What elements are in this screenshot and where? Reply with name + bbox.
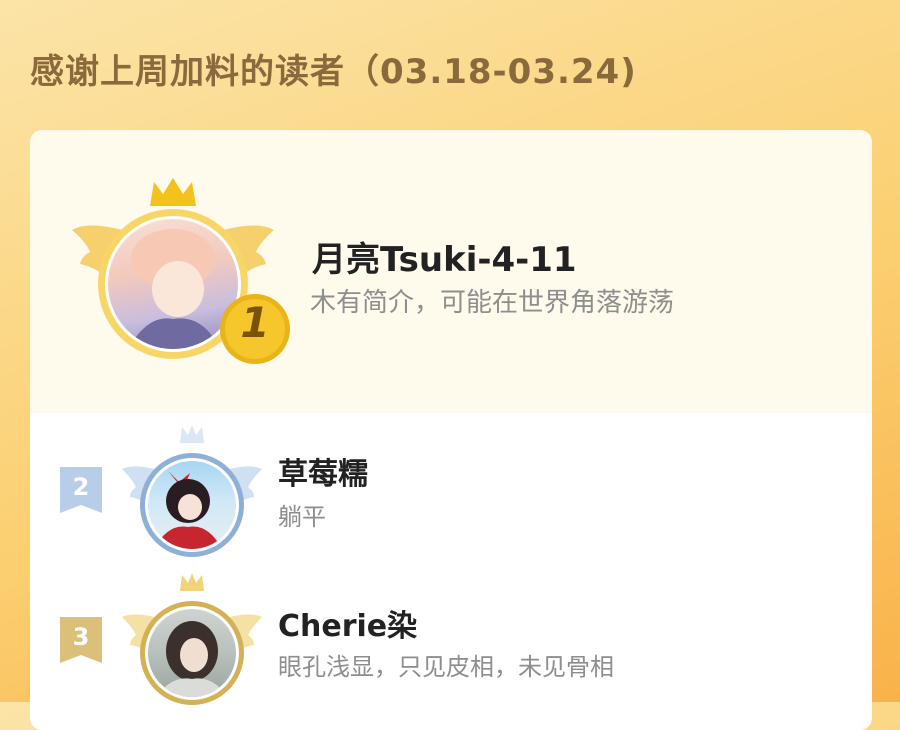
reader-bio: 躺平 xyxy=(278,503,326,531)
rank-badge: 3 xyxy=(60,617,102,663)
avatar-image xyxy=(148,609,236,697)
reader-bio: 木有简介，可能在世界角落游荡 xyxy=(310,288,675,318)
ranking-card: 1 月亮Tsuki-4-11 木有简介，可能在世界角落游荡 2 草莓糯 躺平 3… xyxy=(30,130,872,730)
rank-badge: 2 xyxy=(60,467,102,513)
avatar-rank-3[interactable] xyxy=(122,571,262,711)
avatar-rank-2[interactable] xyxy=(122,423,262,563)
rank-number: 1 xyxy=(240,298,270,347)
avatar-image xyxy=(148,461,236,549)
reader-name[interactable]: Cherie染 xyxy=(278,601,417,645)
rank-number: 3 xyxy=(72,623,90,651)
avatar-rank-1[interactable]: 1 xyxy=(68,172,290,372)
list-item-rank-1[interactable]: 1 月亮Tsuki-4-11 木有简介，可能在世界角落游荡 xyxy=(30,130,872,413)
list-item-rank-3[interactable]: 3 Cherie染 眼孔浅显，只见皮相，未见骨相 xyxy=(30,563,872,730)
page-title: 感谢上周加料的读者（03.18-03.24) xyxy=(30,52,637,92)
reader-name[interactable]: 月亮Tsuki-4-11 xyxy=(312,232,577,281)
list-item-rank-2[interactable]: 2 草莓糯 躺平 xyxy=(30,413,872,563)
rank-number: 2 xyxy=(72,473,90,501)
reader-bio: 眼孔浅显，只见皮相，未见骨相 xyxy=(278,653,614,681)
reader-name[interactable]: 草莓糯 xyxy=(278,449,368,493)
